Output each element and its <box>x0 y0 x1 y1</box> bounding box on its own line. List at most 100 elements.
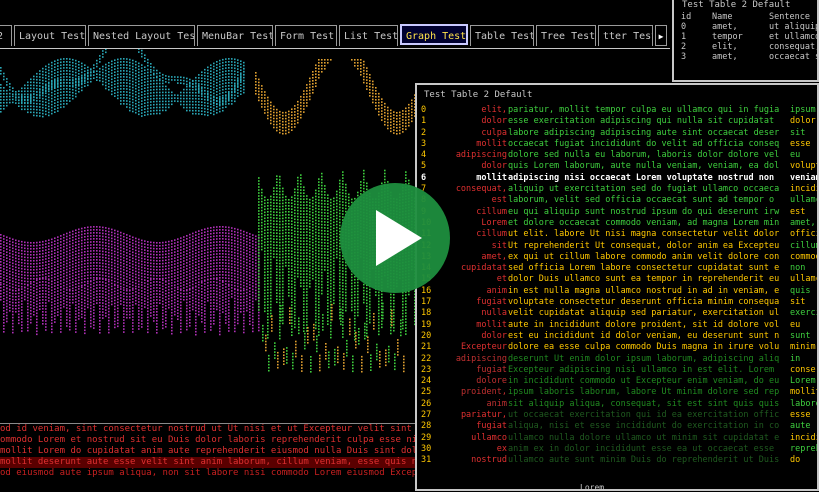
table-row[interactable]: 27pariatur,ut occaecat exercitation qui … <box>417 410 817 421</box>
cell-id: 30 <box>421 444 431 455</box>
tab-splitter-test[interactable]: tter Test <box>598 25 653 46</box>
cell-extra: labore <box>790 399 819 410</box>
table-row[interactable]: 26 animsit aliquip aliqua, consequat, sit… <box>417 399 817 410</box>
cell-id: 25 <box>421 387 431 398</box>
window-title: Test Table 2 Default <box>417 85 817 105</box>
tab-graph-test[interactable]: Graph Test <box>400 24 468 45</box>
cell-sentence: sed officia Lorem labore consectetur cup… <box>508 263 793 274</box>
table-row[interactable]: 15etdolor Duis ullamco sunt ea tempor in… <box>417 274 817 285</box>
table-row[interactable]: 20dolorest eu incididunt id dolor veniam… <box>417 331 817 342</box>
cell-id: 4 <box>421 150 426 161</box>
cell-name: fugiat <box>476 297 507 308</box>
cell-name: adipiscing <box>456 150 507 161</box>
cell-sentence: labore adipiscing adipiscing aute sint o… <box>508 128 793 139</box>
table-row[interactable]: 7consequat,aliquip ut exercitation sed d… <box>417 184 817 195</box>
tab-table-test[interactable]: Table Test <box>470 25 534 46</box>
table-row[interactable]: 0elit,pariatur, mollit tempor culpa eu u… <box>417 105 817 116</box>
table-row[interactable]: 22adipiscingdeserunt Ut enim dolor ipsum… <box>417 354 817 365</box>
table-row[interactable]: 23 fugiatExcepteur adipiscing nisi ullamc… <box>417 365 817 376</box>
cell-extra: incidi <box>790 184 819 195</box>
cell-id: 20 <box>421 331 431 342</box>
table-window-small[interactable]: Test Table 2 Default id Name Sentence 0 … <box>672 0 819 82</box>
cell-id: 26 <box>421 399 431 410</box>
tab-form-test[interactable]: Form Test <box>275 25 337 46</box>
table-row[interactable]: 13amet,ex qui ut cillum labore commodo a… <box>417 252 817 263</box>
cell-name: culpa <box>481 128 507 139</box>
cell-id: 31 <box>421 455 431 466</box>
tab-tree-test[interactable]: Tree Test <box>536 25 596 46</box>
table-row[interactable]: 9cillumeu qui aliquip sunt nostrud ipsum… <box>417 207 817 218</box>
table-row[interactable]: 25proident,ipsum laboris laborum, labore… <box>417 387 817 398</box>
table-row[interactable]: 18nullavelit cupidatat aliquip sed paria… <box>417 308 817 319</box>
play-icon <box>376 210 422 266</box>
table-row[interactable]: 1 tempor et ullamco <box>674 32 817 42</box>
cell-extra: ullamc <box>790 195 819 206</box>
table-row[interactable]: 12sitUt reprehenderit Ut consequat, dolo… <box>417 241 817 252</box>
table-row[interactable]: 28fugiataliqua, nisi et esse incididunt … <box>417 421 817 432</box>
table-window-large[interactable]: Test Table 2 Default 0elit,pariatur, mol… <box>415 83 819 491</box>
cell-name: consequat, <box>456 184 507 195</box>
tab-menubar-test[interactable]: MenuBar Test <box>197 25 273 46</box>
bottom-line: mollit deserunt aute esse velit sint ani… <box>0 457 415 468</box>
cell-sentence: occaecat s <box>769 52 819 62</box>
bottom-line: od eiusmod aute ipsum aliqua, non sit la… <box>0 468 415 479</box>
table-row[interactable]: 3mollitoccaecat fugiat incididunt do vel… <box>417 139 817 150</box>
cell-sentence: est eu incididunt id dolor veniam, eu de… <box>508 331 793 342</box>
column-header-name[interactable]: Name <box>712 12 732 22</box>
column-header-id[interactable]: id <box>681 12 691 22</box>
cell-id: 23 <box>421 365 431 376</box>
table-row[interactable]: 3 amet, occaecat s <box>674 52 817 62</box>
cell-id: 21 <box>421 342 431 353</box>
cell-id: 28 <box>421 421 431 432</box>
cell-sentence: occaecat fugiat incididunt do velit ad o… <box>508 139 793 150</box>
cell-sentence: pariatur, mollit tempor culpa eu ullamco… <box>508 105 793 116</box>
table-row[interactable]: 10Loremet dolore occaecat commodo veniam… <box>417 218 817 229</box>
table-row[interactable]: 4adipiscingdolore sed nulla eu laborum, … <box>417 150 817 161</box>
cell-id: 5 <box>421 161 426 172</box>
column-header-sentence[interactable]: Sentence <box>769 12 810 22</box>
table-row[interactable]: 16animin est nulla magna ullamco nostrud… <box>417 286 817 297</box>
cell-sentence: voluptate consectetur deserunt officia m… <box>508 297 793 308</box>
table-row[interactable]: 2culpalabore adipiscing adipiscing aute … <box>417 128 817 139</box>
cell-name: dolor <box>481 116 507 127</box>
cell-extra: in <box>790 354 819 365</box>
table-row[interactable]: 6mollitadipiscing nisi occaecat Lorem vo… <box>417 173 817 184</box>
table-row[interactable]: 1 doloresse exercitation adipiscing qui n… <box>417 116 817 127</box>
table-row[interactable]: 11cillumut elit. labore Ut nisi magna co… <box>417 229 817 240</box>
table-row[interactable]: 30exanim ex in dolor incididunt esse ea … <box>417 444 817 455</box>
cell-name: nostrud <box>471 455 507 466</box>
cell-id: 3 <box>681 52 686 62</box>
table-row[interactable]: 19mollitaute in incididunt dolore proide… <box>417 320 817 331</box>
table-row[interactable]: 17fugiatvoluptate consectetur deserunt o… <box>417 297 817 308</box>
cell-name: dolor <box>481 161 507 172</box>
table-row[interactable]: 8estlaborum, velit sed officia occaecat … <box>417 195 817 206</box>
cell-name: fugiat <box>476 365 507 376</box>
cell-sentence: sit aliquip aliqua, consequat, sit est s… <box>508 399 793 410</box>
tab-nested-layout-test[interactable]: Nested Layout Test <box>88 25 195 46</box>
cell-sentence: consequat, <box>769 42 819 52</box>
table-row[interactable]: 5 dolorquis Lorem laborum, aute nulla ven… <box>417 161 817 172</box>
cell-sentence: Excepteur adipiscing nisi ullamco in est… <box>508 365 793 376</box>
table-row[interactable]: 21Excepteurdolore ea esse culpa commodo … <box>417 342 817 353</box>
cell-sentence: esse exercitation adipiscing qui nulla s… <box>508 116 793 127</box>
table-row[interactable]: 0 amet, ut aliquip <box>674 22 817 32</box>
table-row[interactable]: 29ullamcoullamco nulla dolore ullamco ut… <box>417 433 817 444</box>
tab-scroll-right-icon[interactable]: ▶ <box>655 25 667 46</box>
tab-2[interactable]: 2 <box>0 25 12 46</box>
cell-name: anim <box>487 286 507 297</box>
tab-layout-test[interactable]: Layout Test <box>14 25 86 46</box>
cell-sentence: quis Lorem laborum, aute nulla veniam, v… <box>508 161 793 172</box>
cell-name: anim <box>487 399 507 410</box>
table-row[interactable]: 14cupidatatsed officia Lorem labore cons… <box>417 263 817 274</box>
cell-name: Lorem <box>481 218 507 229</box>
table-row[interactable]: 24dolorein incididunt commodo ut Excepte… <box>417 376 817 387</box>
cell-id: 1 <box>681 32 686 42</box>
cell-sentence: ex qui ut cillum labore commodo anim vel… <box>508 252 793 263</box>
tab-list-test[interactable]: List Test <box>339 25 398 46</box>
table-row[interactable]: 31nostrudullamco aute sunt minim Duis do… <box>417 455 817 466</box>
cell-id: 1 <box>421 116 426 127</box>
cell-name: adipiscing <box>456 354 507 365</box>
cell-sentence: dolor Duis ullamco sunt ea tempor in rep… <box>508 274 793 285</box>
table-row[interactable]: 2 elit, consequat, <box>674 42 817 52</box>
cell-name: amet, <box>712 22 738 32</box>
